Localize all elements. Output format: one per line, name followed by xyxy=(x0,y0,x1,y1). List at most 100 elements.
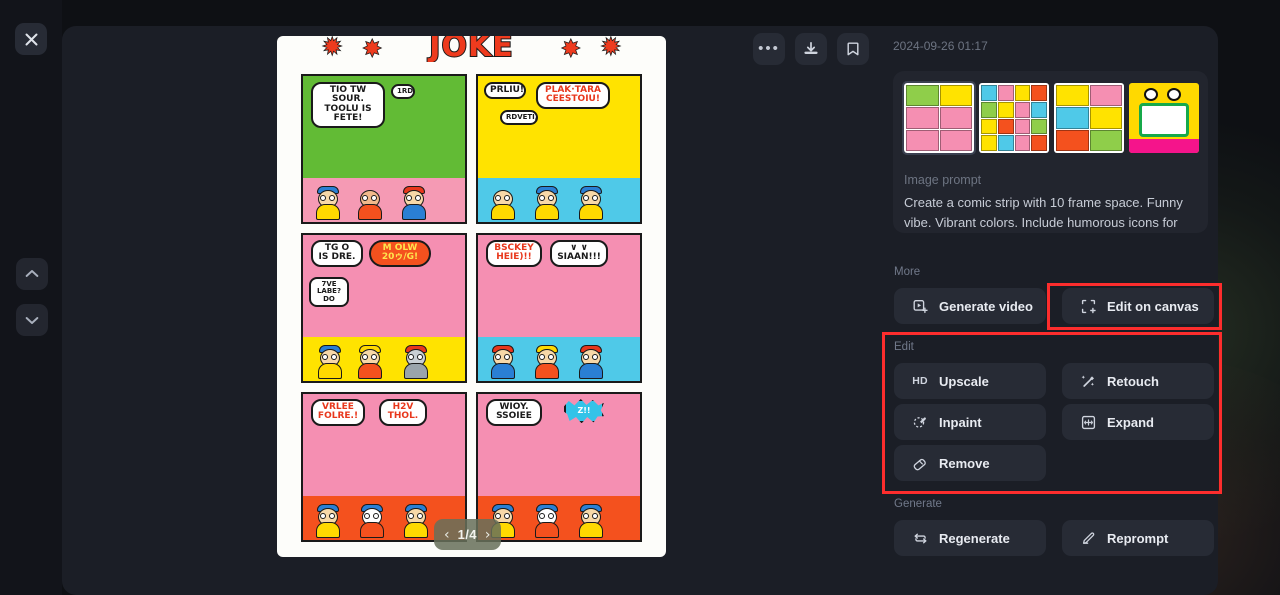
comic-character xyxy=(576,496,606,538)
close-icon xyxy=(25,33,37,45)
thumbnail-cell xyxy=(1056,85,1089,107)
inpaint-button[interactable]: Inpaint xyxy=(894,404,1046,440)
comic-character xyxy=(313,496,343,538)
timestamp: 2024-09-26 01:17 xyxy=(893,39,988,53)
character-body xyxy=(404,522,428,538)
regenerate-label: Regenerate xyxy=(939,530,1010,546)
generate-video-label: Generate video xyxy=(939,298,1033,314)
generated-image[interactable]: ✹ ✸ JOKE ✸ ✹ TIO TW SOUR. TOOLU IS FETE!… xyxy=(277,36,666,557)
retouch-button[interactable]: Retouch xyxy=(1062,363,1214,399)
comic-character xyxy=(532,178,562,220)
previous-image-button[interactable] xyxy=(16,258,48,290)
comic-character xyxy=(313,178,343,220)
character-body xyxy=(535,204,559,220)
thumbnail-cell xyxy=(981,101,997,118)
character-eye xyxy=(331,354,337,360)
thumbnail-cell xyxy=(1031,118,1047,135)
section-label-edit: Edit xyxy=(894,341,914,353)
speech-bubble: TIO TW SOUR. TOOLU IS FETE! xyxy=(311,82,385,128)
character-body xyxy=(491,204,515,220)
thumbnail[interactable] xyxy=(979,83,1049,153)
character-eye xyxy=(408,354,414,360)
reprompt-label: Reprompt xyxy=(1107,530,1169,546)
mascot-screen xyxy=(1139,103,1189,137)
comic-panel: BSCKEY HEIE)!! ∨ ∨ SIAAN!!! xyxy=(476,233,642,383)
pencil-icon xyxy=(1080,530,1096,546)
download-button[interactable] xyxy=(795,33,827,65)
expand-button[interactable]: Expand xyxy=(1062,404,1214,440)
thumbnail-cell xyxy=(906,85,939,107)
edit-on-canvas-label: Edit on canvas xyxy=(1107,298,1199,314)
thumbnail[interactable] xyxy=(1129,83,1199,153)
eraser-icon xyxy=(912,455,928,471)
character-eye xyxy=(592,513,598,519)
character-body xyxy=(402,204,426,220)
comic-character xyxy=(488,178,518,220)
prompt-text[interactable]: Create a comic strip with 10 frame space… xyxy=(904,193,1200,233)
comic-character xyxy=(532,496,562,538)
pagination-next-button[interactable]: › xyxy=(484,528,492,542)
edit-on-canvas-button[interactable]: Edit on canvas xyxy=(1062,288,1214,324)
character-eye xyxy=(362,195,368,201)
thumbnail-cell xyxy=(1031,101,1047,118)
prompt-label: Image prompt xyxy=(904,173,982,187)
expand-icon xyxy=(1080,414,1096,430)
close-button[interactable] xyxy=(15,23,47,55)
comic-character xyxy=(488,337,518,379)
thumbnail-cell xyxy=(906,129,939,151)
thumbnail-cell xyxy=(1089,107,1122,129)
prompt-card: Image prompt Create a comic strip with 1… xyxy=(893,71,1208,233)
thumbnail-grid xyxy=(979,83,1049,153)
thumbnail-grid xyxy=(904,83,974,153)
bookmark-icon xyxy=(847,42,859,56)
character-eye xyxy=(320,195,326,201)
character-body xyxy=(579,204,603,220)
character-body xyxy=(535,522,559,538)
speech-bubble: 1RD xyxy=(391,84,415,100)
speech-bubble: VRLEE FOLRE.! xyxy=(311,399,365,426)
starburst-icon: ✸ xyxy=(362,36,382,62)
character-eye xyxy=(592,195,598,201)
refresh-icon xyxy=(912,530,928,546)
thumbnail-cell xyxy=(906,107,939,129)
starburst-icon: ✹ xyxy=(601,36,621,60)
thumbnail-cell xyxy=(997,135,1014,151)
upscale-label: Upscale xyxy=(939,373,989,389)
comic-character xyxy=(355,178,385,220)
character-eye xyxy=(504,354,510,360)
character-body xyxy=(579,363,603,379)
thumbnail-cell xyxy=(997,118,1014,135)
upscale-button[interactable]: HD Upscale xyxy=(894,363,1046,399)
download-icon xyxy=(804,41,818,54)
comic-character xyxy=(576,178,606,220)
more-options-button[interactable]: ••• xyxy=(753,33,785,65)
thumbnail[interactable] xyxy=(1054,83,1124,153)
thumbnail-cell xyxy=(1056,107,1089,129)
bookmark-button[interactable] xyxy=(837,33,869,65)
retouch-label: Retouch xyxy=(1107,373,1159,389)
pagination-prev-button[interactable]: ‹ xyxy=(443,528,451,542)
thumbnail-grid xyxy=(1054,83,1124,153)
remove-label: Remove xyxy=(939,455,990,471)
left-rail xyxy=(0,0,62,595)
image-pagination[interactable]: ‹ 1/4 › xyxy=(434,519,501,550)
character-eye xyxy=(539,195,545,201)
speech-bubble: H2V THOL. xyxy=(379,399,427,426)
character-eye xyxy=(548,195,554,201)
thumbnail-cell xyxy=(981,118,997,135)
generate-video-button[interactable]: Generate video xyxy=(894,288,1046,324)
thumbnail-cell xyxy=(939,129,972,151)
character-body xyxy=(535,363,559,379)
character-body xyxy=(316,204,340,220)
thumbnail[interactable] xyxy=(902,81,976,155)
comic-character xyxy=(401,337,431,379)
reprompt-button[interactable]: Reprompt xyxy=(1062,520,1214,556)
character-eye xyxy=(417,513,423,519)
next-image-button[interactable] xyxy=(16,304,48,336)
character-eye xyxy=(417,354,423,360)
remove-button[interactable]: Remove xyxy=(894,445,1046,481)
character-eye xyxy=(362,354,368,360)
regenerate-button[interactable]: Regenerate xyxy=(894,520,1046,556)
character-eye xyxy=(495,513,501,519)
character-eye xyxy=(371,354,377,360)
